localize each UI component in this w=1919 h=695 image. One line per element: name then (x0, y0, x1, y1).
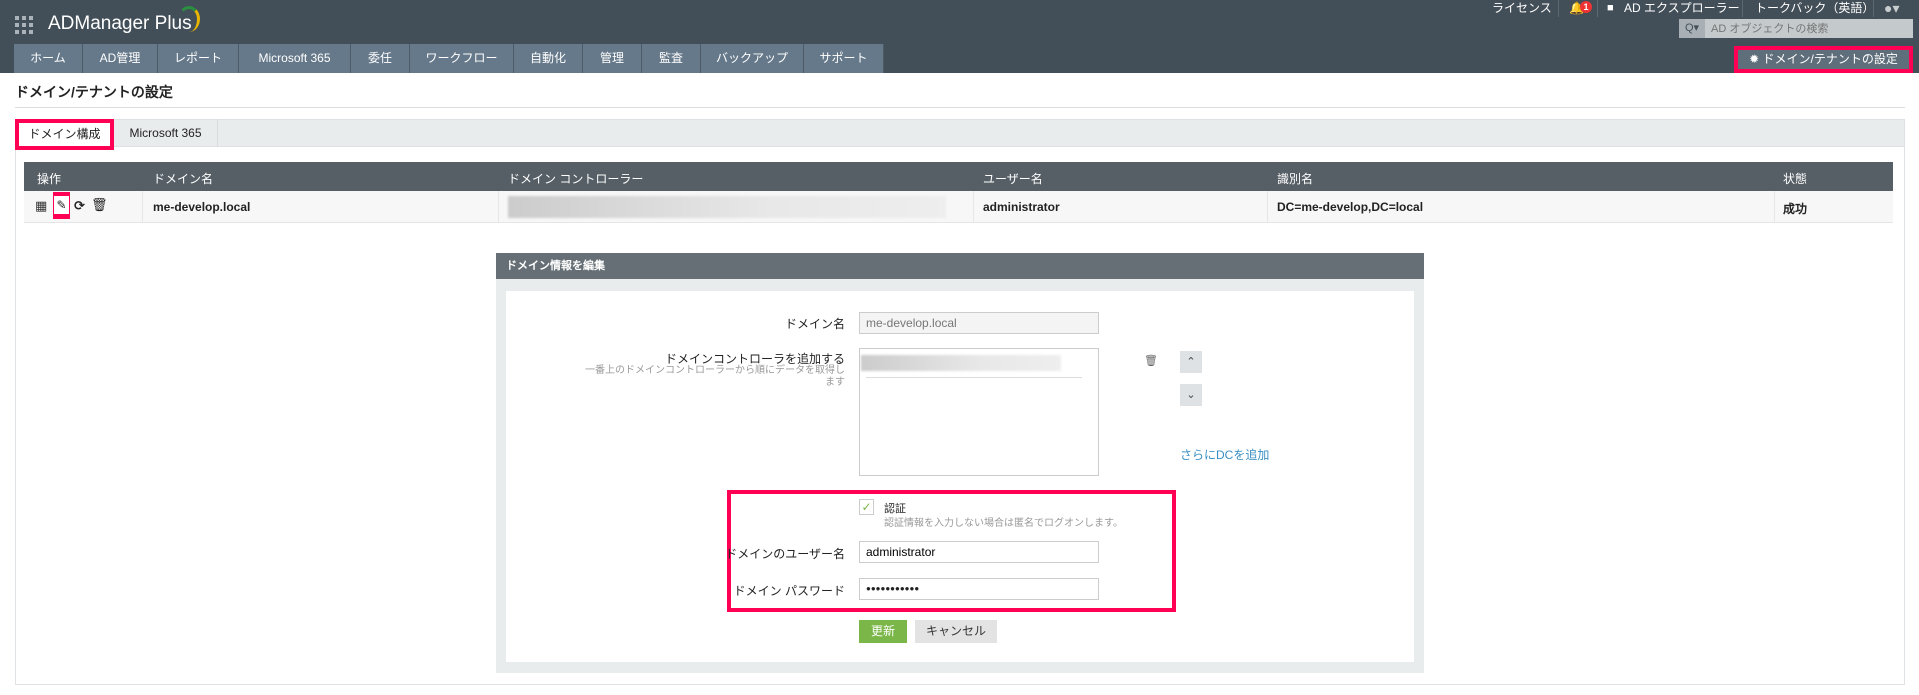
dc-hint: 一番上のドメインコントローラーから順にデータを取得します (585, 365, 845, 388)
divider (1742, 0, 1743, 17)
col-user[interactable]: ユーザー名 (983, 170, 1043, 187)
nav-audit[interactable]: 監査 (642, 44, 701, 73)
edit-panel-title: ドメイン情報を編集 (496, 253, 1424, 279)
nav-admin[interactable]: 管理 (583, 44, 642, 73)
status: 成功 (1783, 202, 1808, 216)
update-button[interactable]: 更新 (859, 620, 907, 643)
divider (1597, 0, 1598, 17)
add-more-dc-link[interactable]: さらにDCを追加 (1180, 446, 1269, 463)
refresh-icon[interactable]: ⟳ (74, 198, 85, 214)
nav-delegation[interactable]: 委任 (351, 44, 410, 73)
nav-backup[interactable]: バックアップ (701, 44, 804, 73)
nav-reports[interactable]: レポート (158, 44, 239, 73)
ad-explorer-link[interactable]: AD エクスプローラー (1624, 1, 1740, 15)
main-nav: ホーム AD管理 レポート Microsoft 365 委任 ワークフロー 自動… (14, 44, 884, 73)
gear-icon: ✹ (1749, 52, 1763, 66)
nav-automation[interactable]: 自動化 (514, 44, 583, 73)
divider (1558, 0, 1559, 17)
search-icon[interactable]: Q▾ (1679, 19, 1705, 38)
folder-icon: ■ (1607, 2, 1614, 14)
divider (1873, 0, 1874, 17)
password-label: ドメイン パスワード (733, 584, 845, 598)
app-grid-icon[interactable] (15, 16, 33, 34)
col-domain[interactable]: ドメイン名 (153, 170, 213, 187)
move-down-button[interactable]: ⌄ (1180, 384, 1202, 406)
auth-checkbox[interactable]: ✓ (859, 499, 874, 515)
divider (15, 107, 1905, 108)
nav-microsoft-365[interactable]: Microsoft 365 (239, 44, 351, 73)
edit-icon[interactable]: ✎ (54, 196, 69, 214)
remove-dc-icon[interactable]: 🗑 (1144, 354, 1158, 367)
settings-label: ドメイン/テナントの設定 (1762, 52, 1898, 66)
domain-name: me-develop.local (153, 200, 251, 214)
move-up-button[interactable]: ⌃ (1180, 351, 1202, 373)
nav-home[interactable]: ホーム (14, 44, 83, 73)
page-title: ドメイン/テナントの設定 (15, 84, 173, 100)
user-avatar-icon[interactable]: ●▾ (1884, 1, 1899, 15)
search-input[interactable] (1711, 19, 1906, 38)
nav-ad-management[interactable]: AD管理 (83, 44, 158, 73)
notification-badge: 1 (1580, 1, 1592, 13)
user-name: administrator (983, 200, 1060, 214)
col-dn[interactable]: 識別名 (1277, 170, 1313, 187)
col-dc[interactable]: ドメイン コントローラー (508, 170, 643, 187)
password-field[interactable]: ●●●●●●●●●●● (859, 578, 1099, 600)
col-status[interactable]: 状態 (1783, 170, 1807, 187)
nav-workflow[interactable]: ワークフロー (410, 44, 514, 73)
app-logo: ADManager Plus (48, 13, 192, 34)
domain-settings-button[interactable]: ✹ ドメイン/テナントの設定 (1734, 46, 1913, 73)
distinguished-name: DC=me-develop,DC=local (1277, 200, 1424, 214)
nav-support[interactable]: サポート (804, 44, 884, 73)
cancel-button[interactable]: キャンセル (915, 620, 997, 643)
ad-object-search: Q▾ (1679, 19, 1913, 38)
username-field[interactable] (859, 541, 1099, 563)
tab-microsoft-365[interactable]: Microsoft 365 (114, 119, 218, 147)
talkback-link[interactable]: トークバック（英語） (1755, 1, 1874, 15)
redacted-dc (508, 196, 946, 218)
table-row: ▦ ✎ ⟳ 🗑 me-develop.local administrator D… (24, 191, 1893, 223)
trash-icon[interactable]: 🗑 (91, 197, 108, 213)
license-link[interactable]: ライセンス (1492, 1, 1552, 15)
logo-arc-icon (178, 6, 200, 32)
tab-strip (15, 119, 1905, 147)
auth-hint: 認証情報を入力しない場合は匿名でログオンします。 (884, 518, 1123, 529)
domain-name-field (859, 312, 1099, 334)
redacted-dc-entry (861, 355, 1061, 371)
tab-domain-config[interactable]: ドメイン構成 (15, 119, 114, 150)
table-header: 操作 ドメイン名 ドメイン コントローラー ユーザー名 識別名 状態 (24, 162, 1893, 191)
divider (866, 377, 1082, 378)
server-status-icon[interactable]: ▦ (35, 198, 47, 214)
username-label: ドメインのユーザー名 (725, 547, 845, 561)
domain-name-label: ドメイン名 (784, 317, 845, 331)
col-actions: 操作 (37, 172, 62, 186)
